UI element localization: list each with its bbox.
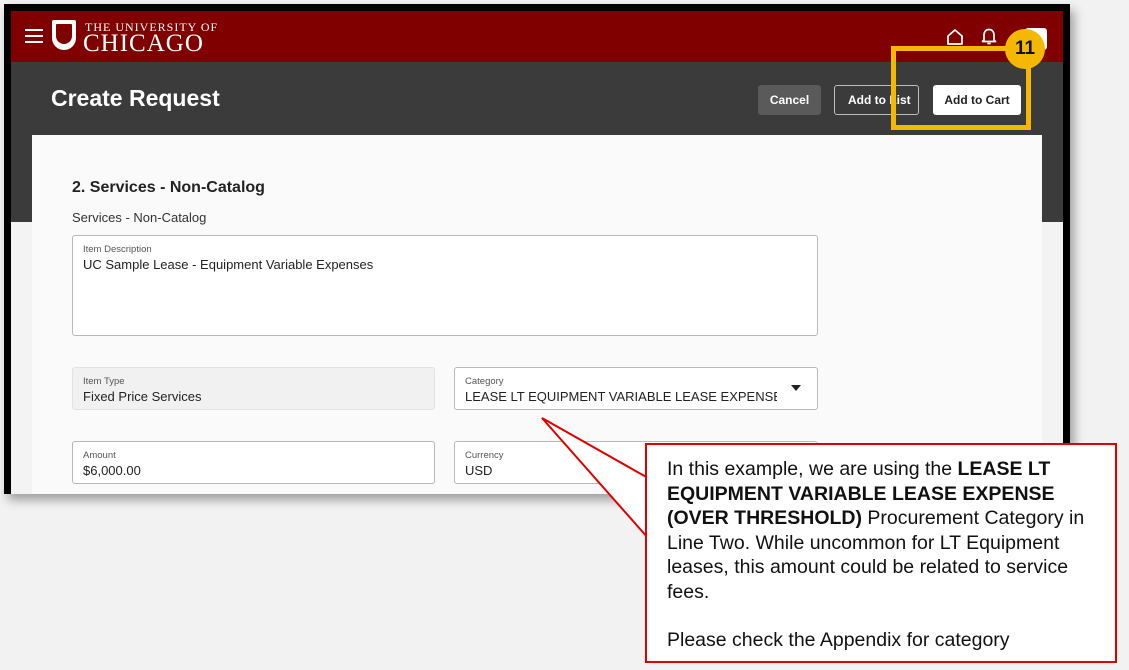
step-number-badge: 11 [1005, 29, 1045, 69]
home-icon[interactable] [945, 27, 965, 47]
item-description-field[interactable]: Item Description UC Sample Lease - Equip… [72, 235, 818, 336]
bell-icon[interactable] [979, 26, 999, 46]
category-select[interactable]: Category LEASE LT EQUIPMENT VARIABLE LEA… [454, 367, 818, 410]
item-description-label: Item Description [83, 244, 152, 255]
callout-paragraph: In this example, we are using the LEASE … [667, 457, 1095, 604]
logo-line2: CHICAGO [83, 30, 204, 57]
item-type-value: Fixed Price Services [83, 389, 202, 404]
callout-intro: In this example, we are using the [667, 458, 958, 480]
instruction-callout: In this example, we are using the LEASE … [645, 443, 1117, 663]
cancel-button[interactable]: Cancel [758, 85, 821, 115]
amount-value: $6,000.00 [83, 463, 141, 478]
category-label: Category [465, 376, 504, 387]
item-type-field: Item Type Fixed Price Services [72, 367, 435, 410]
request-form-card: 2. Services - Non-Catalog Services - Non… [32, 135, 1042, 494]
amount-field[interactable]: Amount $6,000.00 [72, 441, 435, 484]
category-value: LEASE LT EQUIPMENT VARIABLE LEASE EXPENS… [465, 389, 777, 404]
callout-note: Please check the Appendix for category [667, 629, 1010, 651]
section-subtitle: Services - Non-Catalog [72, 210, 207, 225]
hamburger-menu-icon[interactable] [25, 29, 43, 43]
amount-label: Amount [83, 450, 116, 461]
item-description-value: UC Sample Lease - Equipment Variable Exp… [83, 257, 374, 272]
section-title: 2. Services - Non-Catalog [72, 179, 265, 196]
page-title: Create Request [51, 85, 220, 111]
item-type-label: Item Type [83, 376, 125, 387]
university-crest-logo [52, 20, 76, 50]
chevron-down-icon[interactable] [791, 385, 801, 391]
